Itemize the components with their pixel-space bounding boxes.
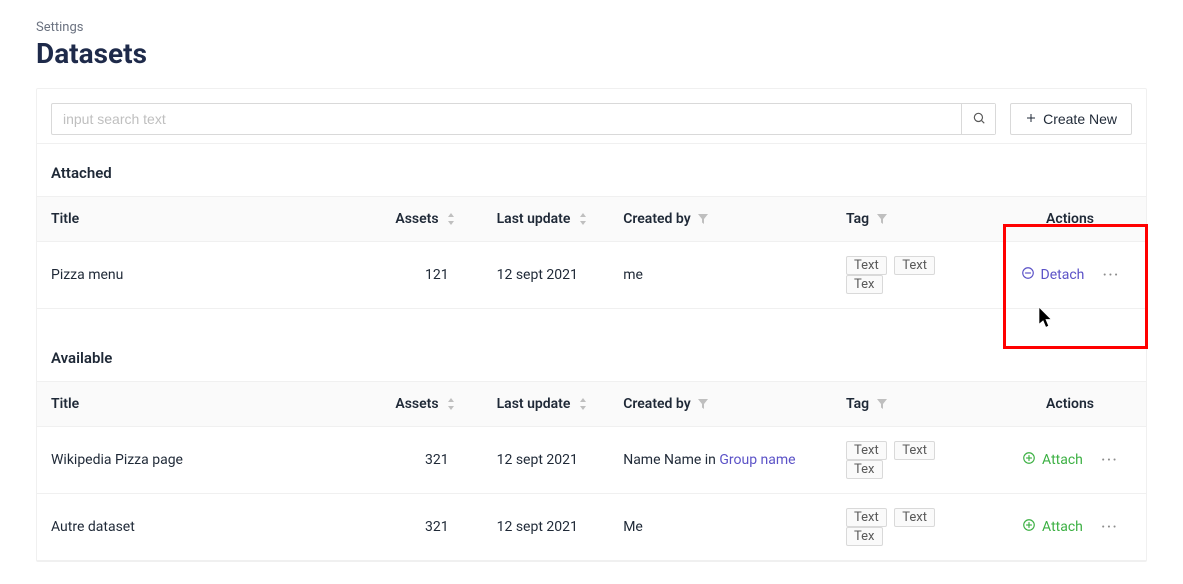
tag-chip[interactable]: Tex [846,460,882,479]
cell-updated: 12 sept 2021 [483,242,610,309]
cell-title: Pizza menu [37,242,381,309]
table-row: Pizza menu 121 12 sept 2021 me Text Text… [37,242,1146,309]
col-tag[interactable]: Tag [832,382,994,427]
breadcrumb[interactable]: Settings [36,20,1147,35]
filter-icon [698,399,708,409]
cell-createdby: Name Name in Group name [609,427,832,494]
more-icon[interactable]: ··· [1101,517,1118,538]
tag-chip[interactable]: Text [846,256,887,275]
col-createdby[interactable]: Created by [609,197,832,242]
sort-icon [578,213,588,225]
sort-icon [446,213,456,225]
col-createdby[interactable]: Created by [609,382,832,427]
create-new-label: Create New [1043,111,1117,127]
cell-updated: 12 sept 2021 [483,494,610,561]
col-assets[interactable]: Assets [381,197,482,242]
sort-icon [446,398,456,410]
cell-actions: Detach ··· [994,242,1146,309]
cell-tags: Text Text Tex [832,494,994,561]
tag-chip[interactable]: Text [894,508,935,527]
page-title: Datasets [36,37,1147,70]
cell-title: Wikipedia Pizza page [37,427,381,494]
available-table: Title Assets Last update Created by [37,381,1146,561]
tag-chip[interactable]: Tex [846,527,882,546]
group-link[interactable]: Group name [719,452,795,468]
cell-updated: 12 sept 2021 [483,427,610,494]
col-updated[interactable]: Last update [483,197,610,242]
more-icon[interactable]: ··· [1102,265,1119,286]
table-row: Wikipedia Pizza page 321 12 sept 2021 Na… [37,427,1146,494]
cell-tags: Text Text Tex [832,242,994,309]
col-updated[interactable]: Last update [483,382,610,427]
table-row: Autre dataset 321 12 sept 2021 Me Text T… [37,494,1146,561]
plus-circle-icon [1022,518,1036,536]
search-field-wrap [51,103,996,135]
tag-chip[interactable]: Text [894,441,935,460]
filter-icon [877,399,887,409]
col-actions: Actions [994,382,1146,427]
col-assets[interactable]: Assets [381,382,482,427]
cell-assets: 321 [381,494,482,561]
tag-chip[interactable]: Text [846,441,887,460]
cell-title: Autre dataset [37,494,381,561]
col-title[interactable]: Title [37,382,381,427]
minus-circle-icon [1021,266,1035,284]
attached-section: Attached Title Assets Last update [37,143,1146,309]
cell-actions: Attach ··· [994,427,1146,494]
available-section: Available Title Assets Last update [37,329,1146,561]
filter-icon [698,214,708,224]
datasets-card: Create New Attached Title Assets Last up… [36,88,1147,562]
cell-createdby: me [609,242,832,309]
cell-assets: 121 [381,242,482,309]
col-actions: Actions [994,197,1146,242]
attach-button[interactable]: Attach [1022,451,1083,469]
col-title[interactable]: Title [37,197,381,242]
tag-chip[interactable]: Text [894,256,935,275]
more-icon[interactable]: ··· [1101,450,1118,471]
attached-header: Attached [37,144,1146,196]
cell-assets: 321 [381,427,482,494]
available-header: Available [37,329,1146,381]
cell-tags: Text Text Tex [832,427,994,494]
create-new-button[interactable]: Create New [1010,103,1132,135]
sort-icon [578,398,588,410]
search-button[interactable] [961,104,995,134]
plus-icon [1025,111,1037,127]
search-icon [972,111,986,128]
attached-table: Title Assets Last update Created by [37,196,1146,309]
tag-chip[interactable]: Tex [846,275,882,294]
detach-button[interactable]: Detach [1021,266,1085,284]
filter-icon [877,214,887,224]
plus-circle-icon [1022,451,1036,469]
col-tag[interactable]: Tag [832,197,994,242]
tag-chip[interactable]: Text [846,508,887,527]
search-input[interactable] [52,104,961,134]
cell-actions: Attach ··· [994,494,1146,561]
cell-createdby: Me [609,494,832,561]
attach-button[interactable]: Attach [1022,518,1083,536]
